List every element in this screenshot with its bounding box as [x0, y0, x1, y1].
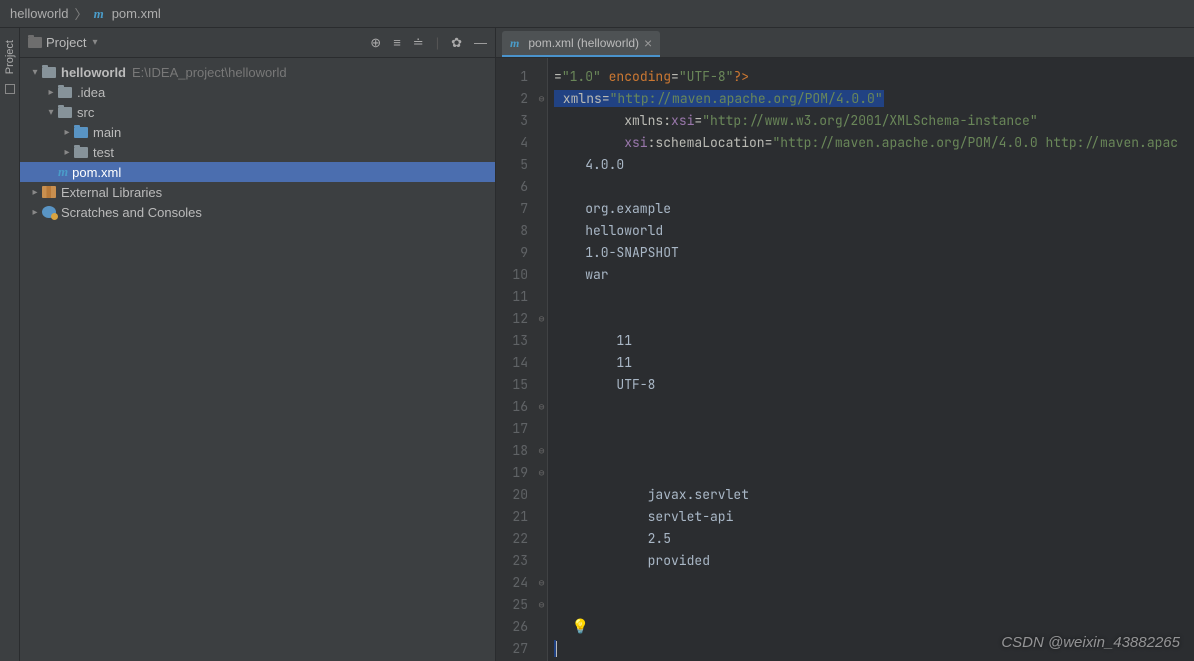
hide-icon[interactable]: —: [474, 35, 487, 51]
breadcrumb-separator: 〉: [73, 4, 90, 23]
expand-all-icon[interactable]: ≡: [393, 35, 401, 51]
tab-label: pom.xml (helloworld): [528, 36, 639, 50]
folder-icon: [42, 67, 56, 78]
folder-icon: [74, 147, 88, 158]
watermark: CSDN @weixin_43882265: [1001, 634, 1180, 651]
tree-test[interactable]: ▸ test: [20, 142, 495, 162]
tree-pom[interactable]: m pom.xml: [20, 162, 495, 182]
tree-ext-libs[interactable]: ▸ External Libraries: [20, 182, 495, 202]
fold-gutter[interactable]: ⊖⊖⊖⊖⊖⊖⊖: [536, 58, 548, 661]
breadcrumb-file[interactable]: pom.xml: [112, 6, 161, 21]
code-editor[interactable]: 1234567891011121314151617181920212223242…: [496, 58, 1194, 661]
folder-icon: [58, 107, 72, 118]
close-icon[interactable]: ×: [644, 35, 652, 51]
editor-tab-bar: m pom.xml (helloworld) ×: [496, 28, 1194, 58]
tree-scratches[interactable]: ▸ Scratches and Consoles: [20, 202, 495, 222]
collapse-all-icon[interactable]: ≐: [413, 35, 424, 51]
breadcrumb: helloworld 〉 m pom.xml: [0, 0, 1194, 28]
code-content[interactable]: ="1.0" encoding="UTF-8"?> xmlns="http://…: [548, 58, 1194, 661]
locate-icon[interactable]: ⊕: [370, 35, 381, 51]
tool-window-stripe: Project: [0, 28, 20, 661]
maven-icon: m: [58, 164, 68, 180]
scratch-icon: [42, 206, 56, 218]
folder-icon: [58, 87, 72, 98]
line-gutter: 1234567891011121314151617181920212223242…: [496, 58, 536, 661]
editor-area: m pom.xml (helloworld) × 123456789101112…: [496, 28, 1194, 661]
project-icon: [28, 37, 42, 48]
project-panel-header: Project ▾ ⊕ ≡ ≐ | ✿ —: [20, 28, 495, 58]
divider: |: [436, 35, 439, 51]
editor-tab[interactable]: m pom.xml (helloworld) ×: [502, 31, 660, 57]
maven-icon: m: [94, 6, 104, 22]
folder-icon: [74, 127, 88, 138]
settings-icon[interactable]: ✿: [451, 35, 462, 51]
project-panel-title[interactable]: Project: [46, 35, 86, 50]
tree-idea[interactable]: ▸ .idea: [20, 82, 495, 102]
tree-main[interactable]: ▸ main: [20, 122, 495, 142]
library-icon: [42, 186, 56, 198]
stripe-icon: [5, 84, 15, 94]
chevron-down-icon[interactable]: ▾: [92, 37, 97, 48]
project-panel: Project ▾ ⊕ ≡ ≐ | ✿ — ▾ helloworld E:\ID…: [20, 28, 496, 661]
project-tree[interactable]: ▾ helloworld E:\IDEA_project\helloworld …: [20, 58, 495, 661]
project-tool-tab[interactable]: Project: [4, 36, 16, 78]
tree-src[interactable]: ▾ src: [20, 102, 495, 122]
breadcrumb-project[interactable]: helloworld: [10, 6, 69, 21]
maven-icon: m: [510, 36, 519, 51]
tree-root[interactable]: ▾ helloworld E:\IDEA_project\helloworld: [20, 62, 495, 82]
